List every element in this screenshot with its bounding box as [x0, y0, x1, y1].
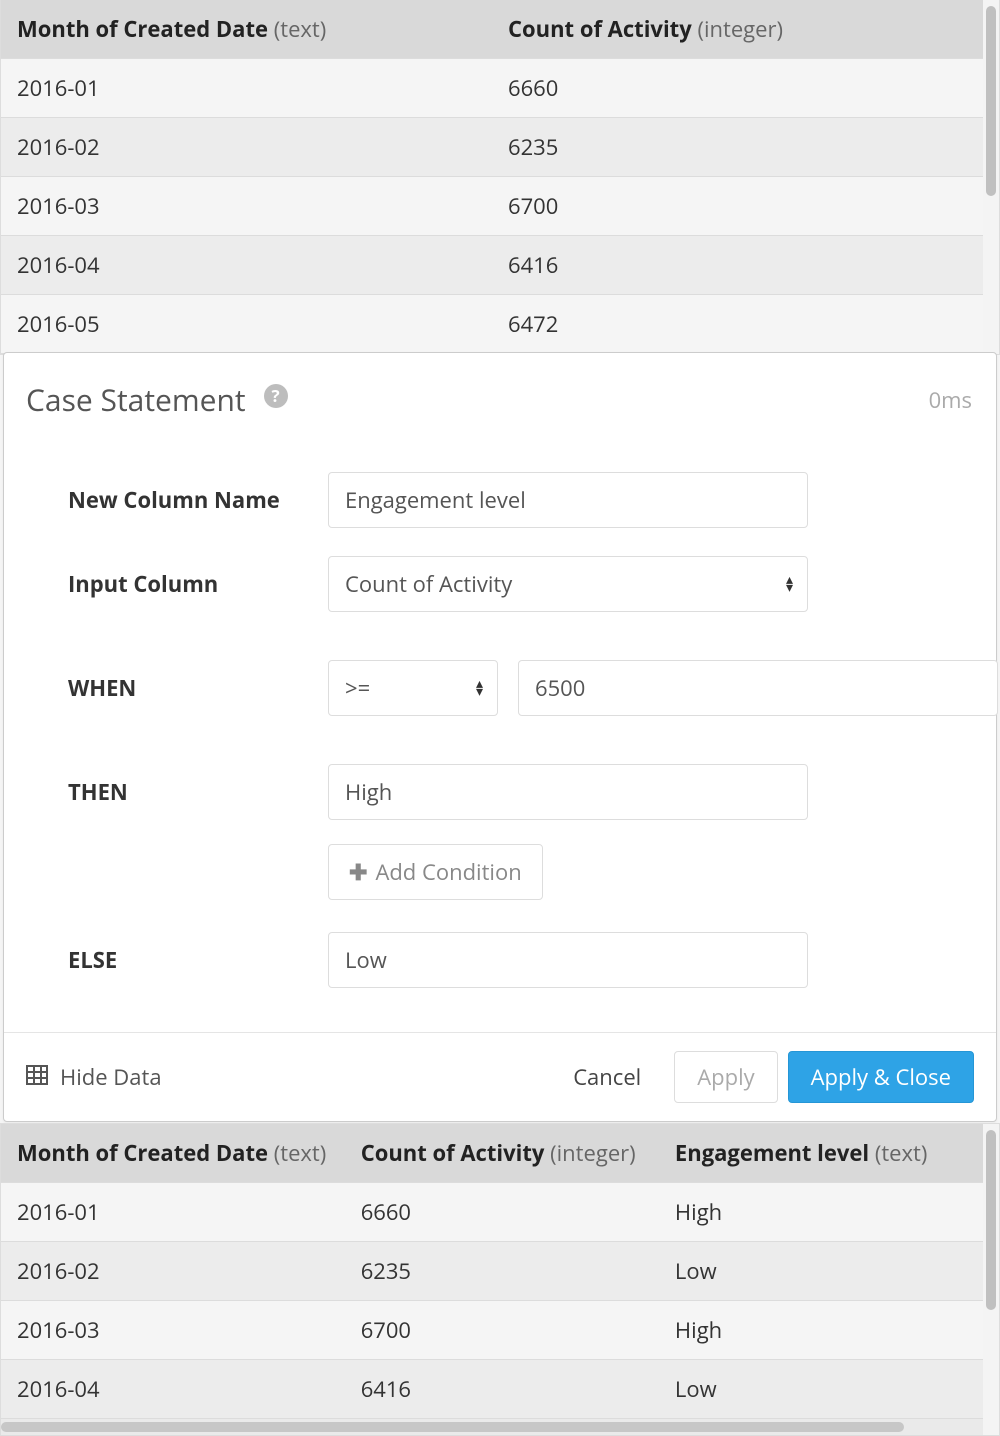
then-value-input[interactable] [328, 764, 808, 820]
col-type: (text) [274, 1138, 327, 1168]
execution-time: 0ms [929, 385, 972, 415]
table-header-row: Month of Created Date (text) Count of Ac… [1, 1124, 983, 1183]
cell-count: 6472 [492, 295, 983, 354]
cell-month: 2016-04 [1, 1360, 345, 1419]
label-input-column: Input Column [28, 569, 328, 599]
hide-data-label: Hide Data [60, 1062, 162, 1092]
hide-data-toggle[interactable]: Hide Data [26, 1062, 162, 1092]
table-row: 2016-04 6416 Low [1, 1360, 983, 1419]
table-row-partial: 2016-05 6472 [1, 295, 983, 354]
table-row: 2016-03 6700 High [1, 1301, 983, 1360]
col-header-month[interactable]: Month of Created Date (text) [1, 1124, 345, 1183]
col-name: Month of Created Date [17, 14, 268, 44]
table-header-row: Month of Created Date (text) Count of Ac… [1, 0, 983, 59]
when-operator-select[interactable]: >= ▴▾ [328, 660, 498, 716]
cell-month: 2016-05 [1, 295, 492, 354]
row-input-column: Input Column Count of Activity ▴▾ [28, 556, 972, 612]
table-row: 2016-02 6235 [1, 118, 983, 177]
cell-month: 2016-01 [1, 1183, 345, 1242]
table-row: 2016-02 6235 Low [1, 1242, 983, 1301]
help-icon[interactable]: ? [264, 384, 288, 408]
cell-month: 2016-02 [1, 118, 492, 177]
source-table: Month of Created Date (text) Count of Ac… [1, 0, 983, 354]
cell-level: High [659, 1301, 983, 1360]
cell-count: 6700 [492, 177, 983, 236]
row-new-column-name: New Column Name [28, 472, 972, 528]
preview-data-table: Month of Created Date (text) Count of Ac… [0, 1123, 1000, 1436]
label-when: WHEN [28, 673, 328, 703]
col-name: Count of Activity [508, 14, 692, 44]
col-type: (integer) [697, 14, 783, 44]
panel-title: Case Statement [26, 379, 246, 420]
cell-month: 2016-04 [1, 236, 492, 295]
cell-count: 6235 [345, 1242, 659, 1301]
row-add-condition: ✚ Add Condition [28, 844, 972, 900]
cell-level: High [659, 1183, 983, 1242]
cell-month: 2016-03 [1, 1301, 345, 1360]
add-condition-label: Add Condition [375, 857, 521, 887]
apply-close-button[interactable]: Apply & Close [788, 1051, 974, 1103]
cell-count: 6700 [345, 1301, 659, 1360]
table-row: 2016-04 6416 [1, 236, 983, 295]
row-else: ELSE [28, 932, 972, 988]
cell-level: Low [659, 1242, 983, 1301]
cell-count: 6660 [492, 59, 983, 118]
cell-month: 2016-03 [1, 177, 492, 236]
chevron-updown-icon: ▴▾ [476, 680, 483, 696]
apply-button[interactable]: Apply [674, 1051, 777, 1103]
cell-count: 6235 [492, 118, 983, 177]
col-header-month[interactable]: Month of Created Date (text) [1, 0, 492, 59]
horizontal-scrollbar[interactable] [1, 1419, 983, 1435]
else-value-input[interactable] [328, 932, 808, 988]
source-data-table: Month of Created Date (text) Count of Ac… [0, 0, 1000, 355]
select-value: >= [345, 673, 370, 703]
plus-icon: ✚ [349, 857, 367, 887]
table-row: 2016-01 6660 [1, 59, 983, 118]
vertical-scrollbar[interactable] [983, 0, 999, 354]
label-then: THEN [28, 777, 328, 807]
panel-header: Case Statement ? 0ms [4, 353, 996, 428]
add-condition-button[interactable]: ✚ Add Condition [328, 844, 543, 900]
cell-count: 6416 [492, 236, 983, 295]
preview-table: Month of Created Date (text) Count of Ac… [1, 1124, 983, 1419]
scrollbar-thumb[interactable] [986, 6, 996, 196]
col-header-level[interactable]: Engagement level (text) [659, 1124, 983, 1183]
col-header-count[interactable]: Count of Activity (integer) [345, 1124, 659, 1183]
cell-month: 2016-02 [1, 1242, 345, 1301]
col-name: Engagement level [675, 1138, 869, 1168]
input-column-select[interactable]: Count of Activity ▴▾ [328, 556, 808, 612]
panel-body: New Column Name Input Column Count of Ac… [4, 428, 996, 1032]
when-value-input[interactable] [518, 660, 998, 716]
cell-count: 6416 [345, 1360, 659, 1419]
row-then: THEN [28, 764, 972, 820]
scrollbar-thumb[interactable] [986, 1130, 996, 1310]
col-header-count[interactable]: Count of Activity (integer) [492, 0, 983, 59]
cell-count: 6660 [345, 1183, 659, 1242]
label-else: ELSE [28, 945, 328, 975]
table-icon [26, 1062, 48, 1092]
case-statement-panel: Case Statement ? 0ms New Column Name Inp… [3, 352, 997, 1122]
col-type: (integer) [550, 1138, 636, 1168]
col-type: (text) [875, 1138, 928, 1168]
col-name: Count of Activity [361, 1138, 545, 1168]
vertical-scrollbar[interactable] [983, 1124, 999, 1435]
new-column-name-input[interactable] [328, 472, 808, 528]
col-type: (text) [274, 14, 327, 44]
label-new-column: New Column Name [28, 485, 328, 515]
chevron-updown-icon: ▴▾ [786, 576, 793, 592]
select-value: Count of Activity [345, 569, 512, 599]
table-row: 2016-03 6700 [1, 177, 983, 236]
cancel-button[interactable]: Cancel [550, 1051, 664, 1103]
col-name: Month of Created Date [17, 1138, 268, 1168]
panel-footer: Hide Data Cancel Apply Apply & Close [4, 1032, 996, 1121]
table-row: 2016-01 6660 High [1, 1183, 983, 1242]
cell-level: Low [659, 1360, 983, 1419]
row-when: WHEN >= ▴▾ [28, 660, 972, 716]
scrollbar-thumb[interactable] [1, 1422, 904, 1432]
cell-month: 2016-01 [1, 59, 492, 118]
